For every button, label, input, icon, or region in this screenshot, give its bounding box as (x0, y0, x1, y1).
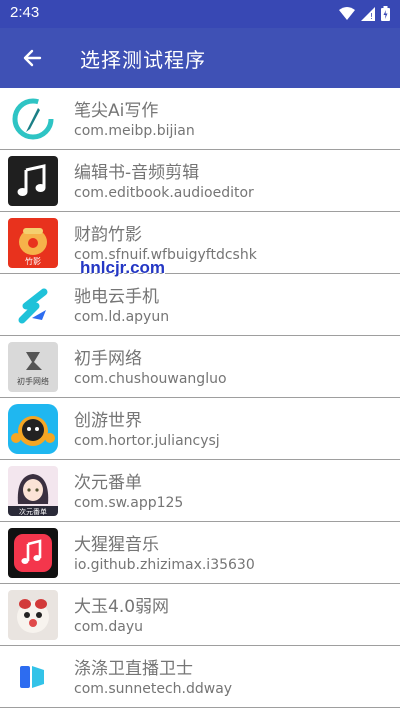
signal-icon: ! (361, 6, 375, 21)
page-title: 选择测试程序 (80, 48, 206, 72)
list-item[interactable]: 笔尖Ai写作 com.meibp.bijian (0, 88, 400, 150)
wifi-icon (339, 6, 355, 20)
app-icon-juliancysj (8, 404, 58, 454)
app-icon-caiyun: 竹影 (8, 218, 58, 268)
app-name: 大玉4.0弱网 (74, 597, 170, 617)
app-icon-dayu (8, 590, 58, 640)
watermark-text: hnlcjr.com (80, 258, 166, 277)
svg-text:!: ! (370, 12, 373, 21)
back-button[interactable] (14, 40, 50, 76)
app-icon-ddway (8, 652, 58, 702)
app-package: com.hortor.juliancysj (74, 433, 220, 449)
icon-label: 竹影 (25, 256, 41, 266)
icon-label: 初手网络 (17, 376, 49, 386)
app-icon-audioeditor (8, 156, 58, 206)
app-name: 创游世界 (74, 411, 142, 431)
status-icons: ! (339, 6, 390, 21)
app-package: com.sw.app125 (74, 495, 184, 511)
app-package: io.github.zhizimax.i35630 (74, 557, 255, 573)
app-icon-ciyuan: 次元番单 (8, 466, 58, 516)
app-package: com.chushouwangluo (74, 371, 227, 387)
arrow-left-icon (23, 49, 42, 67)
list-item[interactable]: 涤涤卫直播卫士 com.sunnetech.ddway (0, 646, 400, 708)
app-name: 财韵竹影 (74, 225, 142, 245)
app-name: 次元番单 (74, 473, 142, 493)
app-icon-music (8, 528, 58, 578)
battery-icon (381, 6, 390, 21)
list-item[interactable]: 驰电云手机 com.ld.apyun (0, 274, 400, 336)
list-item[interactable]: 次元番单 次元番单 com.sw.app125 (0, 460, 400, 522)
list-item[interactable]: 编辑书-音频剪辑 com.editbook.audioeditor (0, 150, 400, 212)
list-item[interactable]: 竹影 财韵竹影 com.sfnuif.wfbuigyftdcshk (0, 212, 400, 274)
app-package: com.ld.apyun (74, 309, 170, 325)
app-bar: 选择测试程序 (0, 28, 400, 88)
app-name: 编辑书-音频剪辑 (74, 163, 200, 183)
app-package: com.meibp.bijian (74, 123, 195, 139)
status-time: 2:43 (10, 4, 40, 21)
list-item[interactable]: 创游世界 com.hortor.juliancysj (0, 398, 400, 460)
app-icon-apyun (8, 280, 58, 330)
app-name: 笔尖Ai写作 (74, 101, 159, 121)
app-name: 初手网络 (74, 349, 142, 369)
app-name: 大猩猩音乐 (74, 535, 159, 555)
list-item[interactable]: 大玉4.0弱网 com.dayu (0, 584, 400, 646)
app-icon-chushou: 初手网络 (8, 342, 58, 392)
list-item[interactable]: 初手网络 初手网络 com.chushouwangluo (0, 336, 400, 398)
icon-label: 次元番单 (19, 507, 47, 516)
app-list: 笔尖Ai写作 com.meibp.bijian 编辑书-音频剪辑 com.edi… (0, 88, 400, 711)
app-package: com.dayu (74, 619, 143, 635)
app-icon-bijian (8, 94, 58, 144)
status-bar: 2:43 ! (0, 0, 400, 28)
app-package: com.editbook.audioeditor (74, 185, 254, 201)
app-package: com.sunnetech.ddway (74, 681, 233, 697)
list-item[interactable]: 大猩猩音乐 io.github.zhizimax.i35630 (0, 522, 400, 584)
app-name: 驰电云手机 (74, 287, 159, 307)
app-name: 涤涤卫直播卫士 (74, 659, 193, 679)
